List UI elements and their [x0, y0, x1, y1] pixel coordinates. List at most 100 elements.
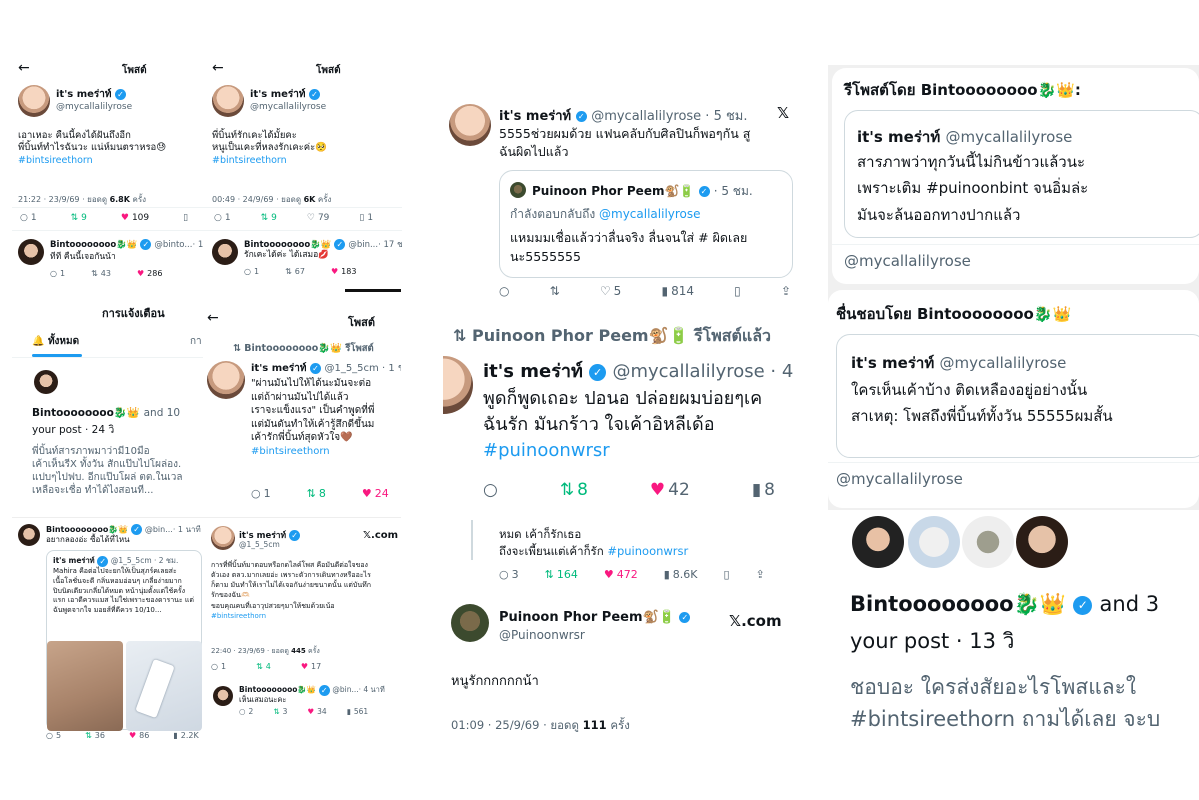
repost-button[interactable]: ⇅ [550, 284, 560, 298]
avatar[interactable] [212, 239, 238, 265]
avatar[interactable] [1016, 516, 1068, 568]
avatar[interactable] [213, 686, 233, 706]
reply-button[interactable]: ○ 1 [211, 662, 226, 671]
share-button[interactable]: ⇪ [756, 568, 765, 581]
author-handle: @mycallalilyrose [56, 102, 133, 112]
reply-button[interactable]: ○ 5 [46, 731, 61, 740]
reply-button[interactable]: ○ 1 [50, 269, 65, 278]
repost-button[interactable]: ⇅ 43 [91, 269, 111, 278]
reply-button[interactable]: ○ 1 [251, 487, 271, 500]
quoted-author: it's meร่าท์ ✓ @1_5_5cm · 2 ชม. [53, 555, 179, 567]
repost-button[interactable]: ⇅ 9 [261, 213, 277, 223]
action-bar: ○ 5 ⇅ 36 ♥ 86 ▮ 2.2K [46, 731, 199, 740]
avatar[interactable] [211, 526, 235, 550]
avatar[interactable] [449, 104, 491, 146]
product-photo-bottle[interactable] [126, 641, 202, 731]
dog-avatar[interactable] [962, 516, 1014, 568]
like-button[interactable]: ♥ 34 [307, 707, 326, 716]
bookmark-button[interactable]: ▯ 1 [359, 213, 373, 223]
card-header: ชื่นชอบโดย Bintoooooooo🐉👑 [836, 305, 1072, 323]
product-photo-hand[interactable] [47, 641, 123, 731]
divider [206, 207, 402, 208]
quoted-text: แหมมมเชื่อแล้วว่าลื่นจริง ลื่นจนใส่ # ผิ… [510, 230, 748, 264]
views-button[interactable]: ▮ 8.6K [664, 568, 698, 581]
like-button[interactable]: ♡ 79 [307, 213, 330, 223]
post-text: 5555ช่วยผมด้วย แฟนคลับกับศิลปินก็พอๆกัน … [499, 126, 751, 160]
tab-all[interactable]: 🔔 ทั้งหมด [32, 335, 79, 348]
like-button[interactable]: ♥ 42 [650, 480, 690, 500]
verified-icon: ✓ [575, 111, 587, 122]
post-line: หนูเป็นเคะที่หลงรักเคะค่ะ🥺 [212, 142, 328, 154]
avatar[interactable] [18, 524, 40, 546]
reply-button[interactable]: ○ [499, 284, 509, 298]
like-button[interactable]: ♥ 183 [331, 267, 356, 276]
avatar[interactable] [510, 182, 526, 198]
reply-button[interactable]: ○ 2 [239, 707, 253, 716]
like-button[interactable]: ♡ 5 [600, 284, 621, 298]
like-button[interactable]: ♥ 109 [121, 213, 149, 223]
like-button[interactable]: ♥ 17 [301, 662, 321, 671]
back-arrow-icon[interactable]: ← [18, 60, 30, 76]
avatar[interactable] [443, 356, 473, 414]
action-bar: ○ ⇅ 8 ♥ 42 ▮ 8 [483, 480, 775, 500]
avatar[interactable] [212, 85, 244, 117]
author-line: it's meร่าท์ ✓ @mycallalilyrose · 5 ชม. [499, 109, 748, 124]
like-button[interactable]: ♥ 472 [604, 568, 638, 581]
views-button[interactable]: ▮ 561 [347, 707, 368, 716]
views-button[interactable]: ▮ 2.2K [173, 731, 198, 740]
like-button[interactable]: ♥ 24 [362, 487, 389, 500]
reply-button[interactable]: ○ 3 [499, 568, 519, 581]
footer-handle: @mycallalilyrose [844, 252, 971, 270]
views-button[interactable]: ▮ 8 [752, 480, 775, 500]
quoted-post[interactable]: it's meร่าท์ ✓ @1_5_5cm · 2 ชม. Mahira ค… [46, 550, 202, 731]
quoted-post[interactable]: Puinoon Phor Peem🐒🔋 ✓ · 5 ชม. กำลังตอบกล… [499, 170, 793, 278]
hashtag-link[interactable]: #bintsireethorn [211, 611, 371, 621]
verified-icon: ✓ [334, 239, 346, 250]
avatar[interactable] [451, 604, 489, 642]
notification-panel-12: Bintoooooooo🐉👑 ✓ and 3 your post · 13 วิ… [828, 512, 1199, 732]
avatar[interactable] [18, 85, 50, 117]
hashtag-link[interactable]: #puinoonwrsr [607, 544, 688, 558]
repost-button[interactable]: ⇅ 4 [256, 662, 271, 671]
reply-button[interactable]: ○ 1 [244, 267, 259, 276]
hashtag-link[interactable]: #bintsireethorn [18, 155, 166, 167]
duck-avatar[interactable] [908, 516, 960, 568]
bookmark-button[interactable]: ▯ [723, 568, 729, 581]
repost-button[interactable]: ⇅ 164 [545, 568, 578, 581]
repost-button[interactable]: ⇅ 36 [85, 731, 105, 740]
repost-button[interactable]: ⇅ 67 [285, 267, 305, 276]
tab-mentions[interactable]: กา [190, 335, 202, 348]
reply-button[interactable]: ○ 1 [20, 213, 37, 223]
repost-button[interactable]: ⇅ 8 [307, 487, 326, 500]
hashtag-link[interactable]: #bintsireethorn [251, 445, 374, 459]
repost-button[interactable]: ⇅ 8 [560, 480, 588, 500]
reply-button[interactable]: ○ [483, 480, 498, 500]
repost-button[interactable]: ⇅ 3 [273, 707, 287, 716]
quoted-post[interactable]: it's meร่าท์ @mycallalilyrose ใครเห็นเค้… [836, 334, 1199, 458]
share-button[interactable]: ⇪ [781, 284, 791, 298]
views-button[interactable]: ▮ 814 [661, 284, 694, 298]
bookmark-button[interactable]: ▯ [183, 213, 188, 223]
avatar[interactable] [207, 361, 245, 399]
quoted-post[interactable]: it's meร่าท์ @mycallalilyrose สารภาพว่าท… [844, 110, 1199, 238]
quoted-author: it's meร่าท์ @mycallalilyrose [857, 128, 1073, 146]
author-handle: @mycallalilyrose [250, 102, 327, 112]
hashtag-link[interactable]: #bintsireethorn [212, 155, 327, 167]
back-arrow-icon[interactable]: ← [207, 310, 219, 326]
avatar[interactable] [852, 516, 904, 568]
back-arrow-icon[interactable]: ← [212, 60, 224, 76]
like-button[interactable]: ♥ 286 [137, 269, 162, 278]
reply-button[interactable]: ○ 1 [214, 213, 231, 223]
post-meta: 00:49 · 24/9/69 · ยอดดู 6K ครั้ง [212, 193, 331, 206]
like-button[interactable]: ♥ 86 [129, 731, 149, 740]
footer-handle: @mycallalilyrose [836, 470, 963, 488]
reply-icon: ○ [214, 213, 222, 223]
mention-link[interactable]: @mycallalilyrose [599, 207, 701, 221]
repost-button[interactable]: ⇅ 9 [71, 213, 87, 223]
avatar[interactable] [34, 370, 58, 394]
bookmark-button[interactable]: ▯ [734, 284, 741, 298]
hashtag-link[interactable]: #puinoonwrsr [483, 438, 762, 464]
repost-card: รีโพสต์โดย Bintoooooooo🐉👑: it's meร่าท์ … [832, 68, 1199, 284]
like-card: ชื่นชอบโดย Bintoooooooo🐉👑 it's meร่าท์ @… [828, 290, 1199, 508]
avatar[interactable] [18, 239, 44, 265]
